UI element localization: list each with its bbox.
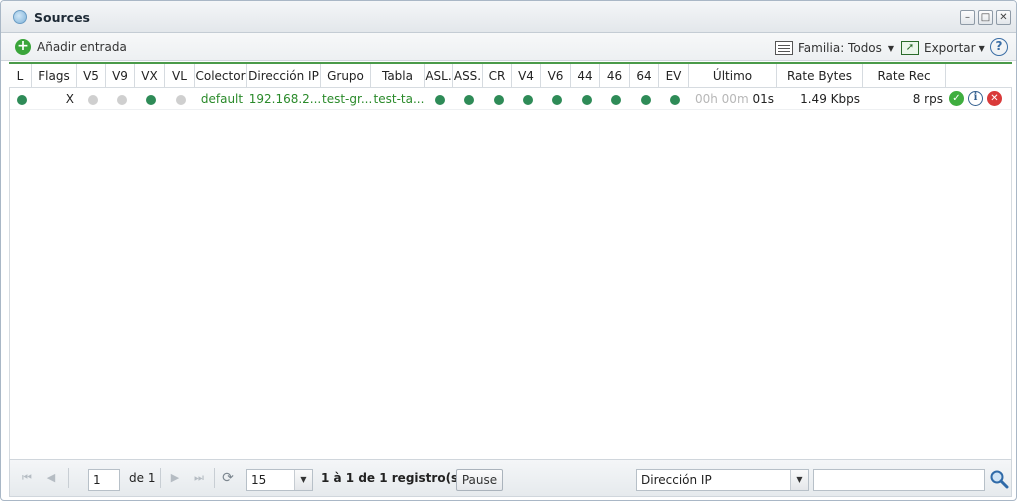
ultimo-prefix: 00h 00m — [694, 92, 749, 106]
column-header-ev[interactable]: EV — [659, 64, 689, 88]
separator — [214, 468, 215, 488]
column-header-flags[interactable]: Flags — [32, 64, 77, 88]
page-size-value: 15 — [251, 473, 267, 487]
column-header-actions — [946, 64, 1012, 88]
help-icon[interactable]: ? — [990, 38, 1008, 56]
column-header-ass[interactable]: ASS. — [453, 64, 483, 88]
prev-page-icon[interactable]: ◀ — [44, 471, 58, 485]
status-asl — [426, 88, 454, 110]
records-summary: 1 à 1 de 1 registro(s) — [321, 471, 464, 485]
sources-icon — [13, 10, 27, 24]
search-field-value: Dirección IP — [641, 473, 712, 487]
check-icon[interactable]: ✓ — [949, 91, 964, 106]
column-header-64[interactable]: 64 — [630, 64, 659, 88]
export-menu[interactable]: ➚ Exportar ▼ — [901, 39, 985, 57]
status-l — [10, 88, 33, 110]
flags-cell: X — [65, 92, 74, 106]
ultimo-seconds: 01s — [752, 92, 774, 106]
search-icon[interactable] — [989, 469, 1009, 489]
window-title: Sources — [34, 10, 90, 25]
column-header-ultimo[interactable]: Último — [689, 64, 777, 88]
page-count-label: de 1 — [129, 471, 156, 485]
sources-window: Sources – □ ✕ + Añadir entrada Familia: … — [0, 0, 1017, 501]
pause-button[interactable]: Pause — [456, 469, 503, 491]
search-field-select[interactable]: Dirección IP ▼ — [636, 469, 809, 491]
column-header-grupo[interactable]: Grupo — [321, 64, 371, 88]
column-header-v6[interactable]: V6 — [541, 64, 571, 88]
column-header-v4[interactable]: V4 — [512, 64, 541, 88]
colector-link[interactable]: default — [196, 88, 248, 110]
familia-label: Familia: Todos — [798, 41, 882, 55]
column-header-v5[interactable]: V5 — [77, 64, 106, 88]
add-entry-label: Añadir entrada — [37, 40, 127, 54]
pagination-bar: ⏮ ◀ 1 de 1 ▶ ⏭ ⟳ 15 ▼ 1 à 1 de 1 registr… — [9, 459, 1012, 497]
status-v5 — [78, 88, 107, 110]
maximize-button[interactable]: □ — [978, 10, 993, 25]
chevron-down-icon: ▼ — [887, 43, 895, 53]
minimize-button[interactable]: – — [960, 10, 975, 25]
refresh-icon[interactable]: ⟳ — [221, 471, 235, 485]
page-size-select[interactable]: 15 ▼ — [246, 469, 313, 491]
status-64 — [631, 88, 660, 110]
info-icon[interactable]: i — [968, 91, 983, 106]
column-header-44[interactable]: 44 — [571, 64, 600, 88]
familia-dropdown[interactable]: Familia: Todos ▼ — [775, 39, 894, 57]
chevron-down-icon: ▼ — [978, 43, 985, 53]
separator — [68, 468, 69, 488]
column-header-tabla[interactable]: Tabla — [371, 64, 425, 88]
page-number-input[interactable]: 1 — [88, 469, 120, 491]
grupo-link[interactable]: test-gr... — [322, 88, 372, 110]
column-header-rate-rec[interactable]: Rate Rec — [863, 64, 946, 88]
export-icon: ➚ — [901, 41, 919, 55]
status-v6 — [542, 88, 572, 110]
chevron-down-icon: ▼ — [790, 470, 808, 490]
grid-body: X default 192.168.2... test-gr... test-t… — [9, 88, 1012, 459]
last-page-icon[interactable]: ⏭ — [192, 471, 206, 485]
column-header-colector[interactable]: Colector — [195, 64, 247, 88]
status-46 — [601, 88, 631, 110]
rate-bytes-cell: 1.49 Kbps — [800, 92, 860, 106]
add-entry-button[interactable]: + Añadir entrada — [15, 38, 127, 56]
first-page-icon[interactable]: ⏮ — [20, 471, 34, 485]
chevron-down-icon: ▼ — [294, 470, 312, 490]
status-v4 — [513, 88, 542, 110]
tabla-link[interactable]: test-ta... — [372, 88, 426, 110]
status-cr — [484, 88, 513, 110]
toolbar: + Añadir entrada Familia: Todos ▼ ➚ Expo… — [1, 33, 1016, 61]
column-header-ip[interactable]: Dirección IP — [247, 64, 321, 88]
export-label: Exportar — [924, 41, 976, 55]
status-ev — [660, 88, 690, 110]
plus-icon: + — [15, 39, 31, 55]
ip-link[interactable]: 192.168.2... — [248, 88, 322, 110]
status-44 — [572, 88, 601, 110]
rate-rec-cell: 8 rps — [912, 92, 943, 106]
status-vl — [166, 88, 196, 110]
delete-icon[interactable]: ✕ — [987, 91, 1002, 106]
table-row[interactable]: X default 192.168.2... test-gr... test-t… — [10, 88, 1011, 110]
title-bar[interactable]: Sources – □ ✕ — [1, 1, 1016, 33]
status-v9 — [107, 88, 136, 110]
column-header-vx[interactable]: VX — [135, 64, 165, 88]
close-button[interactable]: ✕ — [996, 10, 1011, 25]
column-header-asl[interactable]: ASL. — [425, 64, 453, 88]
column-header-l[interactable]: L — [9, 64, 32, 88]
ultimo-cell: 00h 00m 01s — [690, 88, 778, 110]
grid-header: L Flags V5 V9 VX VL Colector Dirección I… — [9, 62, 1012, 88]
status-vx — [136, 88, 166, 110]
search-input[interactable] — [813, 469, 985, 491]
column-header-rate-bytes[interactable]: Rate Bytes — [777, 64, 863, 88]
list-icon — [775, 41, 793, 55]
column-header-v9[interactable]: V9 — [106, 64, 135, 88]
separator — [160, 468, 161, 488]
column-header-vl[interactable]: VL — [165, 64, 195, 88]
status-ass — [454, 88, 484, 110]
next-page-icon[interactable]: ▶ — [168, 471, 182, 485]
column-header-46[interactable]: 46 — [600, 64, 630, 88]
column-header-cr[interactable]: CR — [483, 64, 512, 88]
